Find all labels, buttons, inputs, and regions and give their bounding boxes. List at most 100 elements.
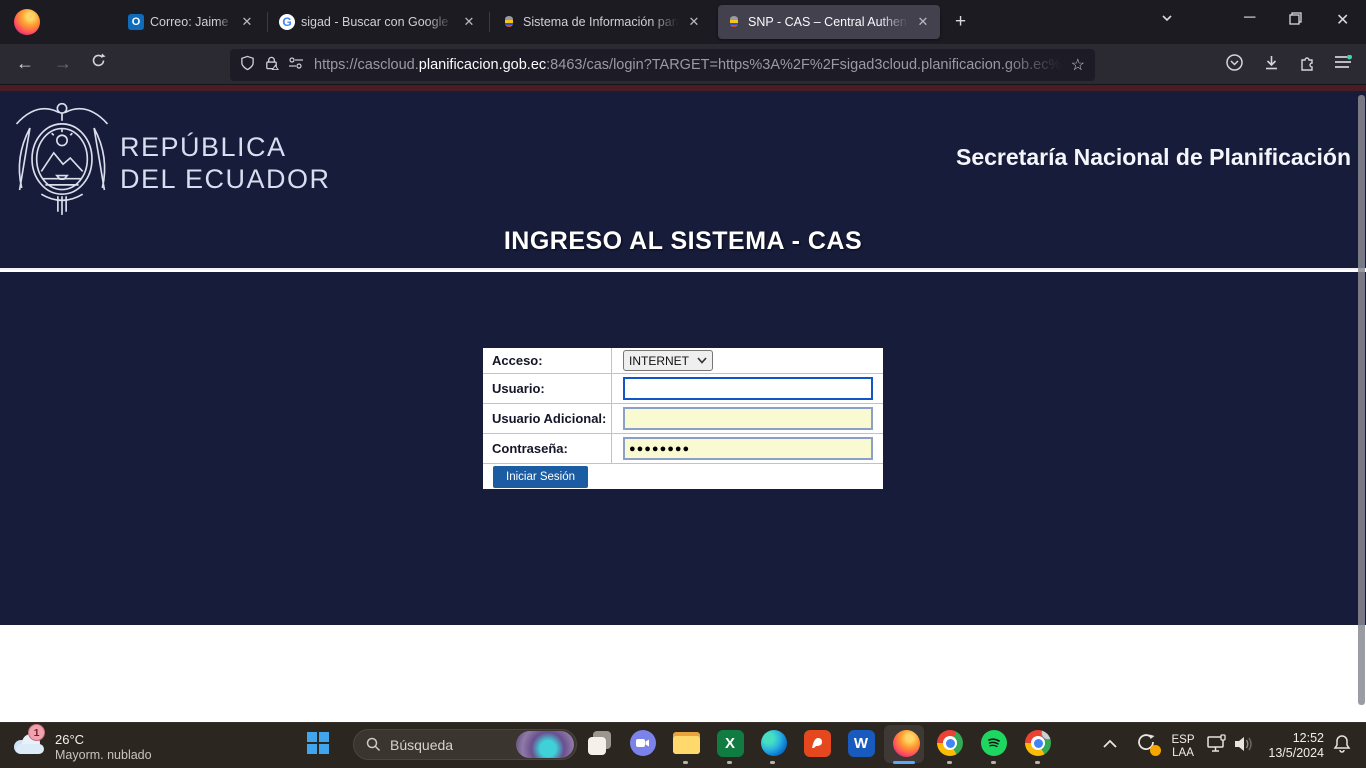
brand-line-1: REPÚBLICA xyxy=(120,131,287,163)
tracking-protection-shield-icon[interactable] xyxy=(240,55,255,76)
contrasena-label: Contraseña: xyxy=(483,434,612,463)
tab-outlook[interactable]: O Correo: Jaime Paredes - Outloo ✕ xyxy=(120,5,264,39)
window-minimize-button[interactable]: ─ xyxy=(1244,9,1255,27)
brand-line-2: DEL ECUADOR xyxy=(120,163,331,195)
usuario-input[interactable] xyxy=(623,377,873,400)
firefox-menu-icon[interactable] xyxy=(14,9,40,35)
form-row-submit: Iniciar Sesión xyxy=(483,464,883,489)
running-indicator xyxy=(1035,761,1040,764)
lang-top: ESP xyxy=(1168,734,1198,747)
url-bar[interactable]: https://cascloud.planificacion.gob.ec:84… xyxy=(230,49,1095,81)
windows-logo-icon xyxy=(307,732,329,754)
page-title: INGRESO AL SISTEMA - CAS xyxy=(0,227,1366,256)
outlook-icon: O xyxy=(128,14,144,30)
language-indicator[interactable]: ESP LAA xyxy=(1168,734,1198,760)
sync-status-dot xyxy=(1150,745,1161,756)
teams-chat-icon[interactable] xyxy=(628,728,658,758)
acceso-selected-value: INTERNET xyxy=(629,354,689,368)
search-daily-image[interactable] xyxy=(516,731,574,758)
firefox-active-indicator xyxy=(893,761,915,764)
notifications-bell-icon[interactable] xyxy=(1332,734,1352,759)
weather-badge: 1 xyxy=(28,724,45,741)
cloud-icon: 1 xyxy=(12,732,46,754)
spotify-icon[interactable] xyxy=(979,728,1009,758)
taskbar-search[interactable]: Búsqueda xyxy=(353,729,577,760)
running-indicator xyxy=(727,761,732,764)
new-tab-button[interactable]: + xyxy=(955,11,966,33)
back-button[interactable]: ← xyxy=(16,53,34,74)
weather-widget[interactable]: 1 26°C Mayorm. nublado xyxy=(12,732,212,763)
menu-hamburger-icon[interactable] xyxy=(1334,55,1352,75)
form-row-contrasena: Contraseña: xyxy=(483,434,883,464)
tab-close-icon[interactable]: ✕ xyxy=(460,14,478,30)
browser-tab-bar: O Correo: Jaime Paredes - Outloo ✕ G sig… xyxy=(0,0,1366,44)
search-placeholder: Búsqueda xyxy=(390,737,453,753)
chrome-icon[interactable] xyxy=(935,728,965,758)
tab-separator xyxy=(267,12,268,32)
tab-separator xyxy=(489,12,490,32)
edge-icon[interactable] xyxy=(759,728,789,758)
running-indicator xyxy=(770,761,775,764)
form-row-usuario: Usuario: xyxy=(483,374,883,404)
chrome-profile-icon[interactable] xyxy=(1023,728,1053,758)
excel-icon[interactable]: X xyxy=(715,728,745,758)
running-indicator xyxy=(991,761,996,764)
tab-title: SNP - CAS – Central Authentica xyxy=(748,15,908,29)
url-text[interactable]: https://cascloud.planificacion.gob.ec:84… xyxy=(314,57,1063,73)
running-indicator xyxy=(947,761,952,764)
tray-show-hidden-chevron-icon[interactable] xyxy=(1102,736,1118,754)
running-indicator xyxy=(683,761,688,764)
start-button[interactable] xyxy=(307,732,329,754)
select-chevron-icon xyxy=(697,357,707,364)
tab-title: sigad - Buscar con Google xyxy=(301,15,454,29)
usuario-adicional-label: Usuario Adicional: xyxy=(483,404,612,433)
org-title: Secretaría Nacional de Planificación xyxy=(956,144,1351,171)
iniciar-sesion-button[interactable]: Iniciar Sesión xyxy=(493,466,588,488)
forward-button[interactable]: → xyxy=(54,53,72,74)
volume-icon[interactable] xyxy=(1233,735,1255,758)
pocket-icon[interactable] xyxy=(1225,53,1244,77)
task-view-icon[interactable] xyxy=(585,728,615,758)
ecuador-crest-icon xyxy=(501,14,517,30)
permissions-icon[interactable] xyxy=(288,56,304,75)
clock-widget[interactable]: 12:52 13/5/2024 xyxy=(1258,731,1324,761)
tab-close-icon[interactable]: ✕ xyxy=(685,14,703,30)
tab-close-icon[interactable]: ✕ xyxy=(238,14,256,30)
acceso-label: Acceso: xyxy=(483,348,612,373)
lang-bottom: LAA xyxy=(1168,747,1198,760)
contrasena-input[interactable] xyxy=(623,437,873,460)
downloads-icon[interactable] xyxy=(1262,53,1281,77)
search-icon xyxy=(366,737,381,752)
tab-sigad-system[interactable]: Sistema de Información para lo ✕ xyxy=(493,5,711,39)
window-maximize-button[interactable] xyxy=(1289,12,1302,30)
form-row-acceso: Acceso: INTERNET xyxy=(483,348,883,374)
tray-date: 13/5/2024 xyxy=(1258,746,1324,761)
site-header: REPÚBLICA DEL ECUADOR Secretaría Naciona… xyxy=(0,91,1366,270)
ecuador-coat-of-arms xyxy=(10,97,114,224)
onedrive-sync-icon[interactable] xyxy=(1134,730,1160,756)
list-tabs-chevron-icon[interactable] xyxy=(1160,11,1174,30)
tab-close-icon[interactable]: ✕ xyxy=(914,14,932,30)
page-scrollbar[interactable] xyxy=(1358,95,1365,705)
reload-button[interactable] xyxy=(90,52,107,74)
screen: O Correo: Jaime Paredes - Outloo ✕ G sig… xyxy=(0,0,1366,768)
window-close-button[interactable]: ✕ xyxy=(1336,10,1349,30)
tab-google-search[interactable]: G sigad - Buscar con Google ✕ xyxy=(271,5,486,39)
acceso-select[interactable]: INTERNET xyxy=(623,350,713,371)
tab-cas-login-active[interactable]: SNP - CAS – Central Authentica ✕ xyxy=(718,5,940,39)
nitro-pdf-icon[interactable] xyxy=(802,728,832,758)
tab-title: Sistema de Información para lo xyxy=(523,15,679,29)
tray-time: 12:52 xyxy=(1258,731,1324,746)
site-footer: Derechos Reservados © Secretaría Naciona… xyxy=(0,625,1366,722)
usuario-adicional-input[interactable] xyxy=(623,407,873,430)
extensions-puzzle-icon[interactable] xyxy=(1298,53,1317,77)
display-cast-icon[interactable] xyxy=(1206,734,1228,759)
lock-warning-icon[interactable] xyxy=(264,55,279,76)
file-explorer-icon[interactable] xyxy=(671,728,701,758)
bookmark-star-icon[interactable]: ☆ xyxy=(1071,55,1085,75)
weather-temp: 26°C xyxy=(55,732,152,748)
word-icon[interactable]: W xyxy=(846,728,876,758)
firefox-icon[interactable] xyxy=(891,728,921,758)
login-form: Acceso: INTERNET Usuario: Usuario Adicio… xyxy=(483,348,883,489)
form-row-usuario-adicional: Usuario Adicional: xyxy=(483,404,883,434)
